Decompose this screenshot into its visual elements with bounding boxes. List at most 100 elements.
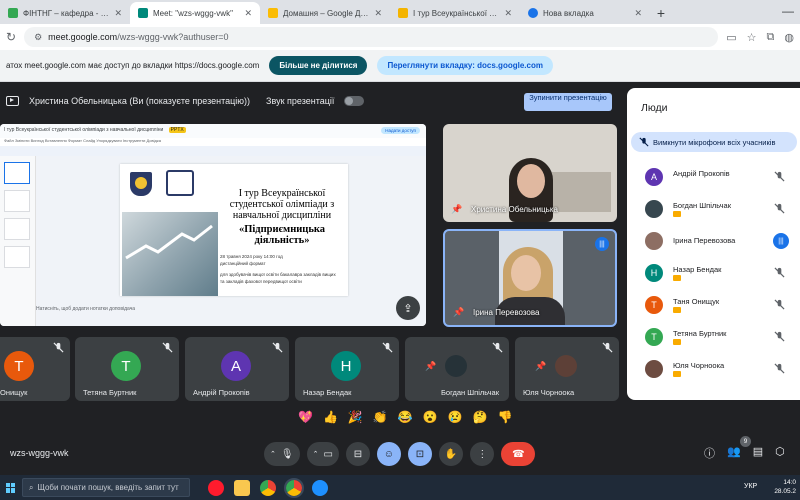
participant-tile[interactable]: 📌 Богдан Шпільчак <box>405 337 509 401</box>
pin-icon[interactable]: 📌 <box>451 204 462 214</box>
reload-icon[interactable]: ↻ <box>6 30 16 44</box>
participant-tile[interactable]: 📌 Юля Чорноока <box>515 337 619 401</box>
activities-icon[interactable]: ⬡ <box>775 445 785 461</box>
avatar: Т <box>645 296 663 314</box>
slide-thumbnail <box>4 190 30 212</box>
stop-presenting-button[interactable]: Зупинити презентацію <box>524 93 612 111</box>
tab-close-icon[interactable]: ✕ <box>504 8 512 19</box>
stop-sharing-button[interactable]: Більше не ділитися <box>269 56 368 75</box>
tab-close-icon[interactable]: ✕ <box>374 8 382 19</box>
opera-icon[interactable] <box>208 479 224 496</box>
mute-all-label: Вимкнути мікрофони всіх учасників <box>653 137 776 147</box>
reaction-sad-icon[interactable]: 😢 <box>448 410 463 424</box>
tab-favicon-icon <box>528 8 538 18</box>
presentation-sound-label: Звук презентації <box>266 96 335 106</box>
browser-tab[interactable]: І тур Всеукраїнської студен ✕ <box>390 2 520 24</box>
emoji-button[interactable]: ☺ <box>376 442 401 466</box>
bookmark-star-icon[interactable]: ☆ <box>747 31 757 44</box>
participant-list-item[interactable]: Ірина Перевозова ||| <box>645 230 795 254</box>
windows-start-icon[interactable] <box>6 482 16 493</box>
camera-permission-icon[interactable]: ▭ <box>726 31 736 44</box>
captions-button[interactable]: ⊟ <box>345 442 370 466</box>
participant-tile[interactable]: Н Назар Бендак <box>295 337 399 401</box>
participant-list-item[interactable]: А Андрій Прокопів <box>645 166 795 190</box>
participant-list-item[interactable]: Богдан Шпільчак <box>645 198 795 222</box>
tab-favicon-icon <box>268 8 278 18</box>
participant-name: Андрій Прокопів <box>193 388 250 397</box>
taskbar-search[interactable]: ⌕ Щоби почати пошук, введіть запит тут <box>22 478 190 497</box>
keyboard-language[interactable]: УКР <box>744 483 757 490</box>
pin-icon[interactable]: 📌 <box>535 361 546 372</box>
browser-tab-active[interactable]: Meet: "wzs-wggg-vwk" ✕ <box>130 2 260 24</box>
mic-off-icon <box>492 342 503 353</box>
video-tile[interactable]: 📌 Христина Обельницька <box>443 124 617 222</box>
reaction-thinking-icon[interactable]: 🤔 <box>473 410 488 424</box>
mic-off-icon[interactable] <box>774 267 785 278</box>
video-tile-speaking[interactable]: ||| 📌 Ірина Перевозова <box>443 229 617 327</box>
tab-close-icon[interactable]: ✕ <box>114 8 122 19</box>
mic-button[interactable]: ⌃ 🎙 <box>264 442 300 466</box>
clock-date: 28.05.2 <box>774 488 796 495</box>
profile-icon[interactable]: ◍ <box>784 31 794 44</box>
chevron-up-icon: ⌃ <box>270 451 276 458</box>
video-tile-name: Ірина Перевозова <box>473 308 540 317</box>
file-explorer-icon[interactable] <box>234 479 250 496</box>
doc-title-bar: І тур Всеукраїнської студентської олімпі… <box>0 124 426 138</box>
pin-icon[interactable]: 📌 <box>453 307 464 317</box>
view-tab-button[interactable]: Переглянути вкладку: docs.google.com <box>377 56 553 75</box>
extensions-icon[interactable]: ⧉ <box>767 31 775 44</box>
edge-icon[interactable] <box>312 479 328 496</box>
participant-tile[interactable]: А Андрій Прокопів <box>185 337 289 401</box>
people-panel: Люди Вимкнути мікрофони всіх учасників А… <box>627 88 800 400</box>
mic-off-icon[interactable] <box>774 299 785 310</box>
mic-off-icon[interactable] <box>774 203 785 214</box>
reaction-heart-icon[interactable]: 💖 <box>298 410 313 424</box>
mic-off-icon[interactable] <box>774 363 785 374</box>
meeting-code: wzs-wggg-vwk <box>10 448 69 458</box>
avatar <box>445 355 467 377</box>
mute-all-button[interactable]: Вимкнути мікрофони всіх учасників <box>631 132 797 152</box>
info-icon[interactable]: ⓘ <box>704 445 715 461</box>
browser-tab[interactable]: ФІНТНГ – кафедра - Детальн ✕ <box>0 2 130 24</box>
presentation-sound-toggle[interactable] <box>344 96 365 106</box>
reaction-surprised-icon[interactable]: 😮 <box>423 410 438 424</box>
mic-off-icon[interactable] <box>774 331 785 342</box>
share-icon[interactable]: ⇪ <box>396 296 420 320</box>
chat-icon[interactable]: ▤ <box>753 445 763 461</box>
chrome-icon[interactable] <box>260 479 276 496</box>
tab-close-icon[interactable]: ✕ <box>634 8 642 19</box>
tab-favicon-icon <box>398 8 408 18</box>
mic-off-icon[interactable] <box>774 171 785 182</box>
person-face <box>517 164 545 198</box>
system-clock[interactable]: 14:0 28.05.2 <box>774 478 796 496</box>
raise-hand-button[interactable]: ✋ <box>438 442 464 466</box>
reaction-thumbs-up-icon[interactable]: 👍 <box>323 410 338 424</box>
reaction-party-icon[interactable]: 🎉 <box>348 410 363 424</box>
present-button[interactable]: ⊡ <box>407 442 432 466</box>
participant-list-item[interactable]: Юля Чорноока <box>645 358 795 382</box>
reaction-clap-icon[interactable]: 👏 <box>373 410 388 424</box>
participant-list-item[interactable]: Н Назар Бендак <box>645 262 795 286</box>
browser-tab[interactable]: Нова вкладка ✕ <box>520 2 650 24</box>
camera-button[interactable]: ⌃ ▭ <box>306 442 339 466</box>
participant-tile[interactable]: Т Тетяна Буртник <box>75 337 179 401</box>
browser-tab[interactable]: Домашня – Google Диск ✕ <box>260 2 390 24</box>
participant-tile[interactable]: Т Онищук <box>0 337 70 401</box>
participant-list-item[interactable]: Т Тетяна Буртник <box>645 326 795 350</box>
url-field[interactable]: ⚙ meet.google.com/wzs-wggg-vwk?authuser=… <box>24 27 719 47</box>
reaction-thumbs-down-icon[interactable]: 👎 <box>498 410 513 424</box>
people-icon[interactable]: 👥 <box>727 445 741 461</box>
site-info-icon[interactable]: ⚙ <box>34 32 42 43</box>
participant-list-item[interactable]: Т Таня Онищук <box>645 294 795 318</box>
new-tab-button[interactable]: + <box>650 2 672 24</box>
clock-time: 14:0 <box>783 479 796 486</box>
pin-icon[interactable]: 📌 <box>425 361 436 372</box>
more-options-button[interactable]: ⋮ <box>470 442 495 466</box>
speaking-indicator-icon: ||| <box>595 237 609 251</box>
reaction-laugh-icon[interactable]: 😂 <box>398 410 413 424</box>
leave-call-button[interactable]: ☎ <box>501 442 536 466</box>
tab-favicon-icon <box>8 8 18 18</box>
window-minimize-icon[interactable]: — <box>782 4 794 18</box>
tab-close-icon[interactable]: ✕ <box>244 8 252 19</box>
chrome-icon[interactable] <box>284 477 304 498</box>
